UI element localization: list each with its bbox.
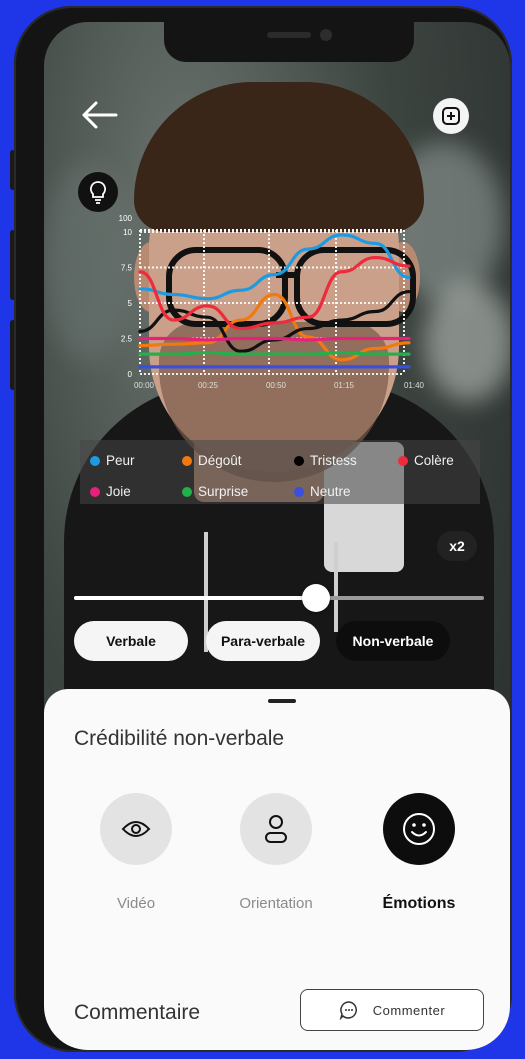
- option-video[interactable]: Vidéo: [76, 793, 196, 912]
- legend-item-7: Neutre: [294, 479, 398, 504]
- x-tick-label: 00:50: [266, 381, 287, 390]
- notch: [164, 22, 414, 62]
- option-video-circle[interactable]: [100, 793, 172, 865]
- option-emotions-circle[interactable]: [383, 793, 455, 865]
- legend-label: Tristess: [310, 453, 357, 468]
- lightbulb-icon: [90, 181, 106, 204]
- chart-legend: Peur Dégoût Tristess Colère Joie Surprise Neut…: [80, 440, 480, 504]
- section-title: Crédibilité non-verbale: [74, 727, 285, 750]
- y-tick-label: 5: [128, 299, 133, 308]
- chat-bubble-icon: [339, 1001, 357, 1020]
- legend-dot: [294, 486, 304, 497]
- legend-label: Surprise: [198, 484, 249, 499]
- smiley-icon: [403, 813, 435, 845]
- legend-dot: [294, 455, 304, 466]
- y-tick-label: 0: [128, 370, 133, 379]
- comment-button[interactable]: Commenter: [300, 989, 484, 1031]
- back-button[interactable]: [80, 100, 120, 130]
- legend-item-1: Peur: [90, 448, 182, 473]
- legend-item-4: Colère: [398, 448, 490, 473]
- legend-dot: [90, 486, 100, 497]
- legend-dot: [398, 455, 408, 466]
- video-progress-slider[interactable]: [74, 584, 484, 612]
- slider-knob[interactable]: [301, 584, 330, 612]
- series-line-5: [138, 336, 411, 342]
- legend-item-3: Tristess: [294, 448, 398, 473]
- y-tick-label: 7.5: [121, 264, 133, 273]
- emotion-chart: 100 10 7.5 5 2.5 000:00 00:25 00:50 01:15 01:40: [119, 214, 424, 390]
- y-tick-label: 2.5: [121, 335, 133, 344]
- slider-fill: [74, 596, 316, 600]
- person-icon: [265, 815, 287, 843]
- x-tick-label: 01:15: [334, 381, 355, 390]
- playback-speed-button[interactable]: x2: [437, 531, 477, 561]
- x-tick-label: 00:00: [134, 381, 155, 390]
- legend-label: Peur: [106, 453, 135, 468]
- legend-item-6: Surprise: [182, 479, 294, 504]
- legend-item-2: Dégoût: [182, 448, 294, 473]
- comment-title: Commentaire: [74, 1001, 201, 1024]
- legend-label: Joie: [106, 484, 131, 499]
- tab-non-verbale[interactable]: Non-verbale: [336, 621, 450, 661]
- legend-dot: [90, 455, 100, 466]
- legend-label: Colère: [414, 453, 454, 468]
- tab-verbale[interactable]: Verbale: [74, 621, 188, 661]
- option-video-label: Vidéo: [116, 895, 156, 912]
- legend-dot: [182, 486, 192, 497]
- option-orientation[interactable]: Orientation: [216, 793, 336, 912]
- phone-frame: 100 10 7.5 5 2.5 0 00:00 00:25 00:50 01:15 01:40 P…: [14, 6, 512, 1052]
- x-tick-label: 00:25: [198, 381, 219, 390]
- series-line-2: [138, 292, 411, 362]
- option-emotions-label: Émotions: [382, 895, 456, 912]
- tip-button[interactable]: [78, 172, 118, 212]
- legend-dot: [182, 455, 192, 466]
- sheet-handle[interactable]: [268, 699, 296, 703]
- app-screen: 100 10 7.5 5 2.5 0 00:00 00:25 00:50 01:15 01:40 P…: [44, 22, 510, 1050]
- x-tick-label: 01:40: [404, 381, 424, 390]
- legend-item-5: Joie: [90, 479, 182, 504]
- comment-button-label: Commenter: [372, 1002, 446, 1018]
- tab-para-verbale[interactable]: Para-verbale: [206, 621, 320, 661]
- plus-square-icon: [442, 107, 460, 125]
- eye-icon: [121, 821, 151, 837]
- y-tick-label: 10: [123, 228, 132, 237]
- y-tick-label: 100: [119, 214, 133, 223]
- option-orientation-circle[interactable]: [240, 793, 312, 865]
- option-emotions[interactable]: Émotions: [359, 793, 479, 913]
- series-line-6: [138, 351, 411, 356]
- legend-label: Dégoût: [198, 453, 242, 468]
- bottom-sheet: Crédibilité non-verbale Vidéo Orientatio…: [44, 689, 510, 1050]
- option-orientation-label: Orientation: [239, 895, 313, 912]
- add-button[interactable]: [433, 98, 469, 134]
- arrow-left-icon: [82, 101, 118, 129]
- legend-label: Neutre: [310, 484, 351, 499]
